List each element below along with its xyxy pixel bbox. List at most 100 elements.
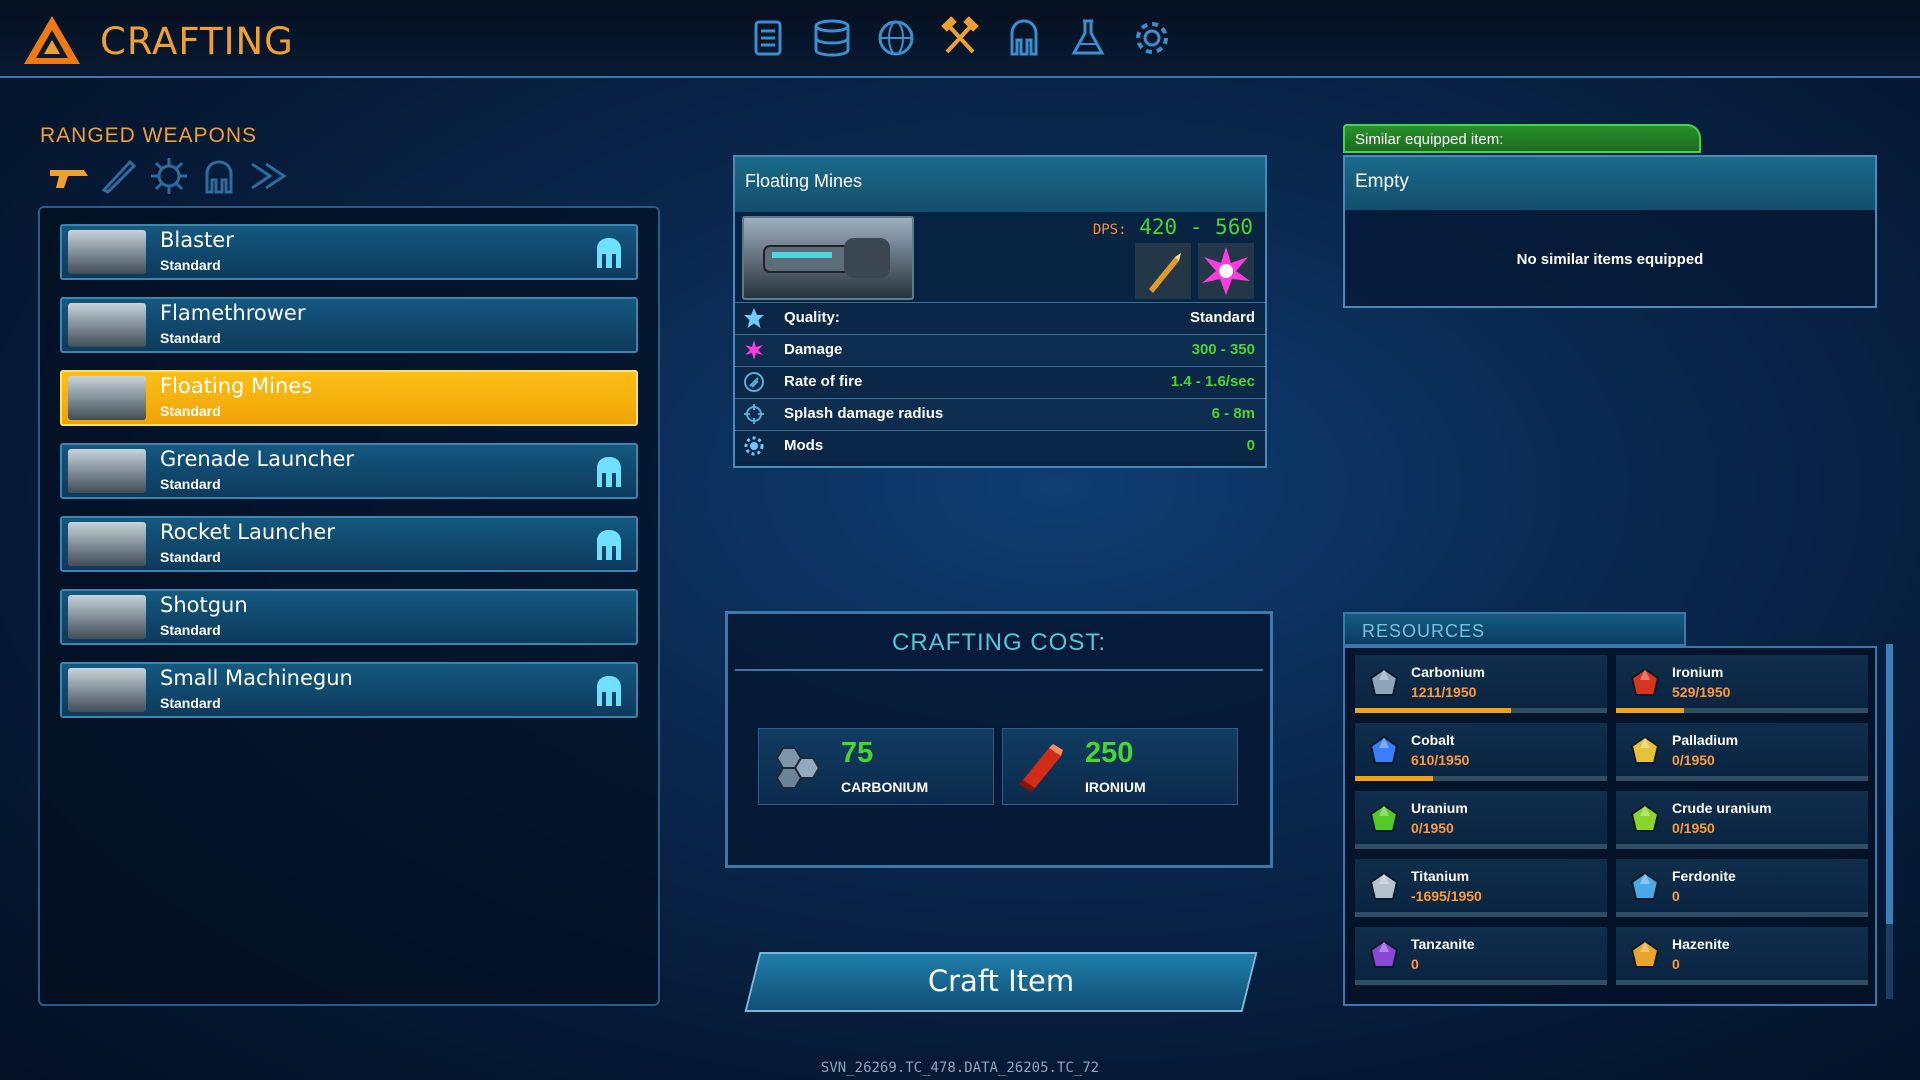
stat-row: Damage 300 - 350 xyxy=(735,334,1265,365)
resource-item: Hazenite 0 xyxy=(1616,927,1868,985)
weapon-item[interactable]: Rocket Launcher Standard xyxy=(60,516,638,572)
stat-label: Quality: xyxy=(784,309,840,326)
carbonium-icon xyxy=(765,736,829,798)
weapon-item[interactable]: Shotgun Standard xyxy=(60,589,638,645)
item-image xyxy=(742,216,914,300)
resource-capacity-fill xyxy=(1355,708,1512,713)
resource-item: Carbonium 1211/1950 xyxy=(1355,655,1607,713)
resource-amount: -1695/1950 xyxy=(1411,888,1482,904)
weapon-item[interactable]: Blaster Standard xyxy=(60,224,638,280)
similar-item-tag: Similar equipped item: xyxy=(1343,124,1701,153)
weapon-quality: Standard xyxy=(160,476,221,492)
uranium-icon xyxy=(1367,802,1401,836)
rate-of-fire-icon xyxy=(743,371,765,393)
damage-burst-icon[interactable] xyxy=(1198,243,1254,299)
cost-amount: 250 xyxy=(1085,737,1134,769)
craft-item-button[interactable] xyxy=(744,952,1258,1012)
carbonium-icon xyxy=(1367,666,1401,700)
hazenite-icon xyxy=(1628,938,1662,972)
weapon-name: Floating Mines xyxy=(160,374,313,398)
weapon-quality: Standard xyxy=(160,403,221,419)
dps-value: 420 - 560 xyxy=(1139,215,1253,239)
dps-label: DPS: xyxy=(1092,222,1127,238)
resource-capacity-bar xyxy=(1616,776,1868,781)
weapon-thumbnail xyxy=(68,595,146,639)
resource-item: Crude uranium 0/1950 xyxy=(1616,791,1868,849)
ammo-type-icon[interactable] xyxy=(1135,243,1191,299)
stat-label: Mods xyxy=(784,437,824,454)
weapon-item[interactable]: Grenade Launcher Standard xyxy=(60,443,638,499)
cost-amount: 75 xyxy=(841,737,874,769)
weapon-item[interactable]: Small Machinegun Standard xyxy=(60,662,638,718)
ironium-icon xyxy=(1628,666,1662,700)
weapon-quality: Standard xyxy=(160,549,221,565)
gear-icon[interactable] xyxy=(1130,16,1174,60)
weapon-name: Shotgun xyxy=(160,593,248,617)
resource-amount: 610/1950 xyxy=(1411,752,1470,768)
crosshair-icon xyxy=(743,403,765,425)
resource-amount: 0/1950 xyxy=(1411,820,1454,836)
resource-capacity-bar xyxy=(1355,708,1607,713)
resource-capacity-bar xyxy=(1616,844,1868,849)
resource-item: Cobalt 610/1950 xyxy=(1355,723,1607,781)
resource-amount: 0 xyxy=(1411,956,1419,972)
resource-capacity-bar xyxy=(1355,844,1607,849)
flask-icon[interactable] xyxy=(1066,16,1110,60)
resource-amount: 1211/1950 xyxy=(1411,684,1477,700)
weapon-item[interactable]: Floating Mines Standard xyxy=(60,370,638,426)
resource-name: Uranium xyxy=(1411,800,1468,816)
weapon-thumbnail xyxy=(68,230,146,274)
gear-icon xyxy=(743,435,765,457)
mech-icon[interactable] xyxy=(196,156,242,196)
weapon-quality: Standard xyxy=(160,695,221,711)
weapon-quality: Standard xyxy=(160,622,221,638)
stat-label: Damage xyxy=(784,341,843,358)
game-logo-icon xyxy=(24,16,80,64)
pistol-icon[interactable] xyxy=(46,156,92,196)
mech-icon[interactable] xyxy=(1002,16,1046,60)
resource-name: Hazenite xyxy=(1672,936,1730,952)
stat-row: Quality: Standard xyxy=(735,302,1265,333)
weapon-thumbnail xyxy=(68,522,146,566)
weapon-item[interactable]: Flamethrower Standard xyxy=(60,297,638,353)
resource-name: Titanium xyxy=(1411,868,1470,884)
resource-capacity-bar xyxy=(1616,980,1868,985)
scrollbar-thumb[interactable] xyxy=(1886,644,1893,924)
weapon-thumbnail xyxy=(68,376,146,420)
melee-blade-icon[interactable] xyxy=(96,156,142,196)
resource-name: Tanzanite xyxy=(1411,936,1475,952)
resource-item: Palladium 0/1950 xyxy=(1616,723,1868,781)
stat-row: Rate of fire 1.4 - 1.6/sec xyxy=(735,366,1265,397)
weapon-name: Grenade Launcher xyxy=(160,447,355,471)
palladium-icon xyxy=(1628,734,1662,768)
weapon-thumbnail xyxy=(68,668,146,712)
weapon-quality: Standard xyxy=(160,257,221,273)
weapon-name: Blaster xyxy=(160,228,234,252)
resource-name: Carbonium xyxy=(1411,664,1485,680)
crude-uranium-icon xyxy=(1628,802,1662,836)
list-icon[interactable] xyxy=(746,16,790,60)
explosive-icon[interactable] xyxy=(146,156,192,196)
resources-title: RESOURCES xyxy=(1343,612,1686,646)
page-title: CRAFTING xyxy=(100,20,294,63)
resource-amount: 0/1950 xyxy=(1672,752,1715,768)
crafting-hammers-icon[interactable] xyxy=(938,16,982,60)
resource-amount: 529/1950 xyxy=(1672,684,1731,700)
resource-name: Ironium xyxy=(1672,664,1724,680)
resource-item: Ferdonite 0 xyxy=(1616,859,1868,917)
globe-icon[interactable] xyxy=(874,16,918,60)
resource-name: Palladium xyxy=(1672,732,1739,748)
mech-compatible-icon xyxy=(590,526,628,564)
drone-icon[interactable] xyxy=(246,156,292,196)
stat-value: Standard xyxy=(1189,309,1255,326)
ironium-icon xyxy=(1009,736,1073,798)
similar-item-title: Empty xyxy=(1345,157,1875,210)
database-icon[interactable] xyxy=(810,16,854,60)
resource-capacity-bar xyxy=(1355,776,1607,781)
mech-compatible-icon xyxy=(590,453,628,491)
stat-value: 300 - 350 xyxy=(1191,341,1255,358)
weapon-name: Small Machinegun xyxy=(160,666,353,690)
build-version: SVN_26269.TC_478.DATA_26205.TC_72 xyxy=(820,1060,1100,1076)
mech-compatible-icon xyxy=(590,234,628,272)
resource-amount: 0 xyxy=(1672,888,1680,904)
